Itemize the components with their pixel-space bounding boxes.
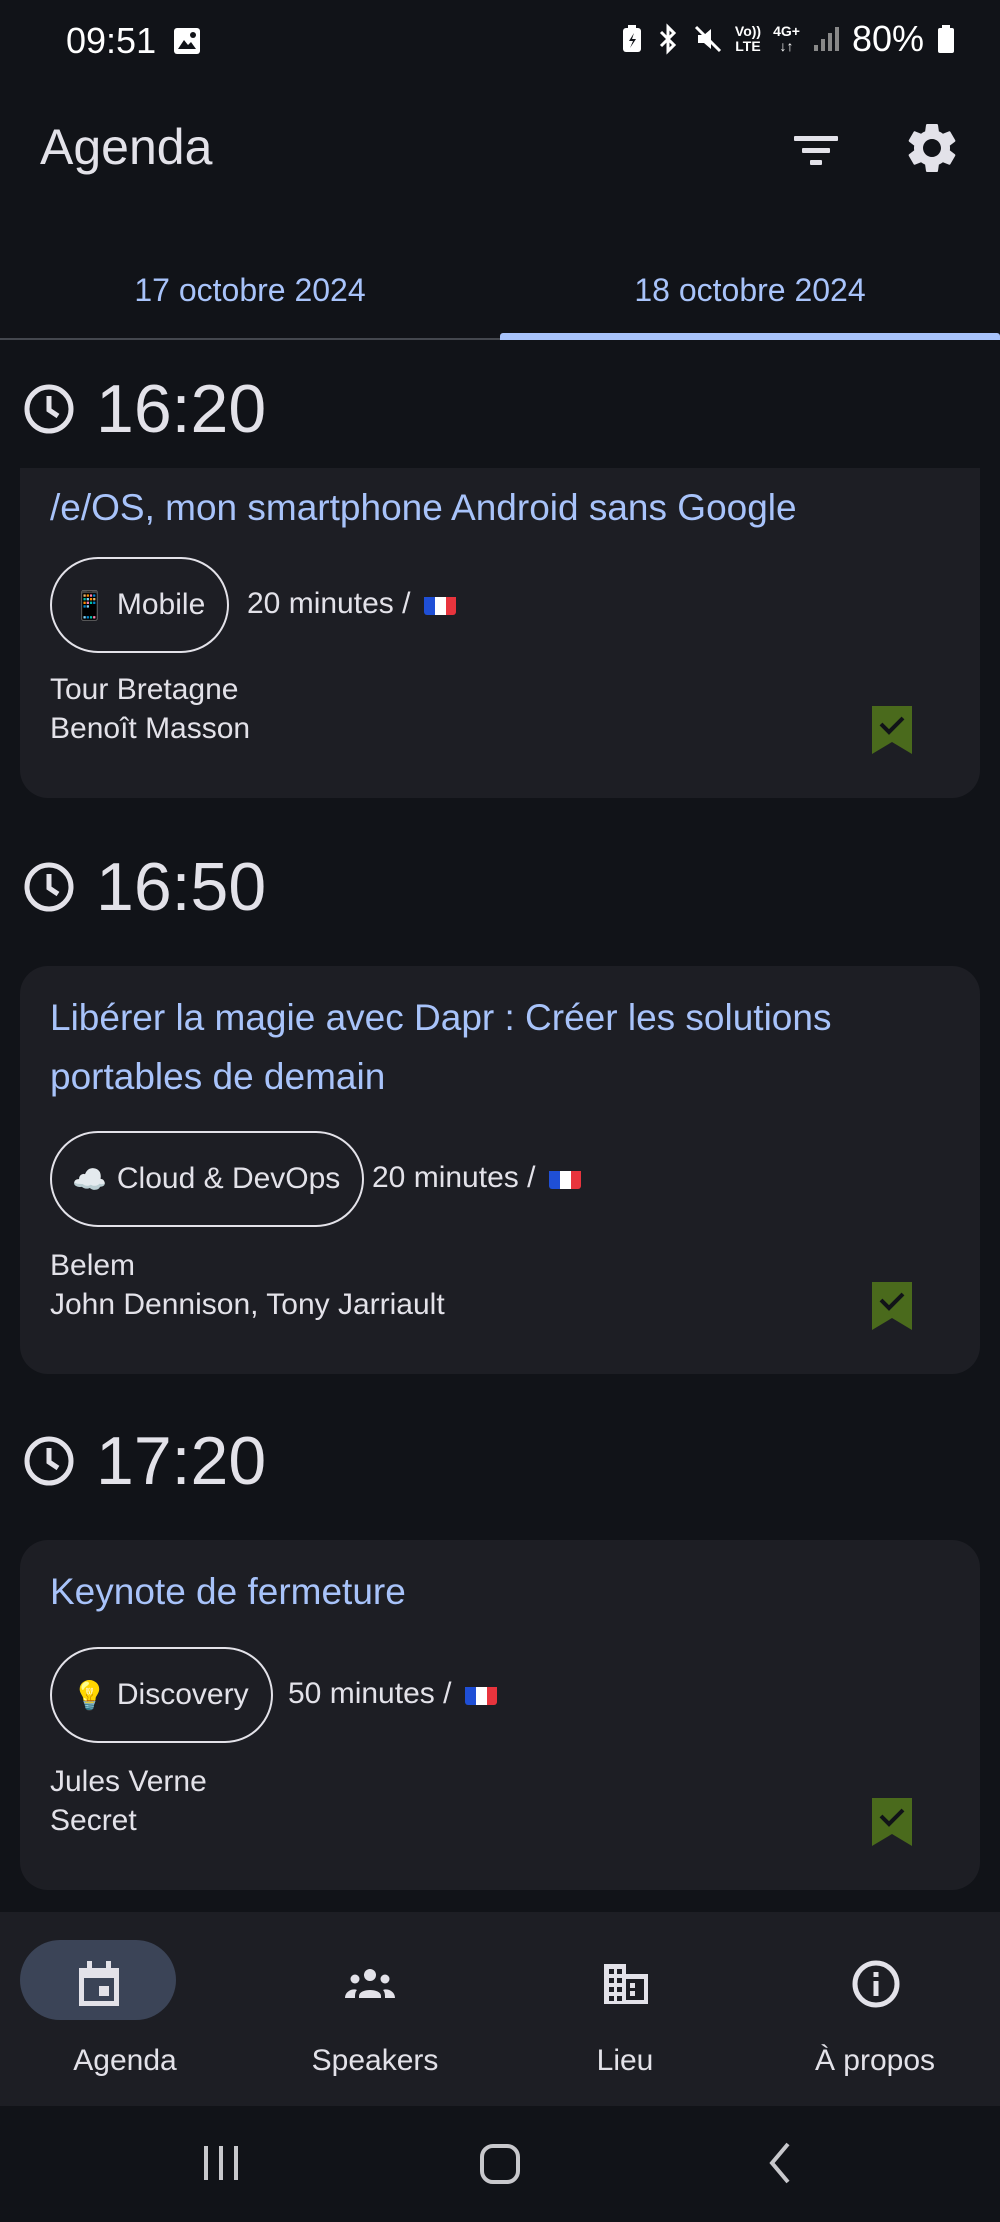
nav-label: Lieu <box>596 2044 654 2077</box>
category-chip[interactable]: 📱 Mobile <box>50 557 230 653</box>
talk-room: Jules Verne <box>50 1765 207 1798</box>
bookmark-added-icon[interactable] <box>872 1798 912 1846</box>
battery-icon <box>938 25 954 53</box>
status-time: 09:51 <box>66 20 157 61</box>
talk-duration: 20 minutes / <box>372 1161 582 1195</box>
talk-title: Keynote de fermeture <box>50 1571 406 1612</box>
category-label: Mobile <box>116 588 206 621</box>
date-tabs: 17 octobre 2024 18 octobre 2024 <box>0 240 1000 340</box>
bottom-navigation: Agenda Speakers Lieu À propos <box>0 1912 1000 2106</box>
recent-apps-icon[interactable] <box>200 2136 242 2190</box>
category-chip[interactable]: ☁️ Cloud & DevOps <box>50 1131 365 1227</box>
nav-label: Agenda <box>73 2044 177 2077</box>
nav-label: Speakers <box>311 2044 439 2077</box>
filter-icon[interactable] <box>788 122 844 178</box>
home-icon[interactable] <box>478 2136 522 2190</box>
volte-indicator: Vo)) LTE <box>734 23 762 54</box>
time-slot-label: 16:20 <box>96 371 267 447</box>
category-icon: ☁️ <box>72 1163 107 1195</box>
talk-title: Libérer la magie avec Dapr : Créer les s… <box>50 997 832 1097</box>
nav-item-lieu[interactable]: Lieu <box>500 1912 750 2106</box>
page-title: Agenda <box>40 119 213 175</box>
bluetooth-icon <box>659 23 677 55</box>
category-icon: 📱 <box>72 589 107 621</box>
category-icon: 💡 <box>72 1679 107 1711</box>
talk-speakers: Benoît Masson <box>50 712 251 745</box>
system-navigation-bar <box>0 2106 1000 2222</box>
tab-18-octobre[interactable]: 18 octobre 2024 <box>500 240 1000 340</box>
time-slot-header: 16:20 <box>22 370 266 448</box>
group-icon <box>345 1969 395 1998</box>
clock-icon <box>24 384 74 434</box>
nav-item-a-propos[interactable]: À propos <box>750 1912 1000 2106</box>
talk-title: /e/OS, mon smartphone Android sans Googl… <box>50 487 797 528</box>
bookmark-added-icon[interactable] <box>872 706 912 754</box>
talk-speakers: Secret <box>50 1804 137 1837</box>
french-flag-icon <box>424 593 457 615</box>
time-slot-label: 17:20 <box>96 1423 267 1499</box>
french-flag-icon <box>465 1683 498 1705</box>
talk-card[interactable]: /e/OS, mon smartphone Android sans Googl… <box>20 468 980 798</box>
time-slot-label: 16:50 <box>96 849 267 925</box>
french-flag-icon <box>549 1167 582 1189</box>
battery-percent: 80% <box>851 18 924 59</box>
time-slot-header: 16:50 <box>22 848 266 926</box>
battery-saver-icon <box>622 25 641 52</box>
back-icon[interactable] <box>766 2136 796 2190</box>
status-bar: 09:51 Vo)) LTE 4G+ ↓↑ 80% <box>0 0 1000 84</box>
nav-label: À propos <box>814 2044 936 2077</box>
network-type: 4G+ ↓↑ <box>773 23 800 54</box>
tab-indicator <box>500 333 1000 340</box>
status-icons: Vo)) LTE 4G+ ↓↑ 80% <box>621 18 956 60</box>
talk-speakers: John Dennison, Tony Jarriault <box>50 1288 445 1321</box>
talk-room: Tour Bretagne <box>50 673 239 706</box>
building-icon <box>604 1964 648 2004</box>
tab-17-octobre[interactable]: 17 octobre 2024 <box>0 240 500 340</box>
gear-icon[interactable] <box>902 118 962 178</box>
time-slot-header: 17:20 <box>22 1422 266 1500</box>
calendar-icon <box>79 1961 119 2006</box>
category-label: Cloud & DevOps <box>116 1162 341 1195</box>
clock-icon <box>24 1436 74 1486</box>
nav-item-agenda[interactable]: Agenda <box>0 1912 250 2106</box>
category-label: Discovery <box>116 1678 249 1711</box>
bookmark-added-icon[interactable] <box>872 1282 912 1330</box>
category-chip[interactable]: 💡 Discovery <box>50 1647 273 1743</box>
image-notification-icon <box>174 28 200 54</box>
talk-duration: 50 minutes / <box>288 1677 498 1711</box>
nav-item-speakers[interactable]: Speakers <box>250 1912 500 2106</box>
talk-card[interactable]: Keynote de fermeture 💡 Discovery 50 minu… <box>20 1540 980 1890</box>
signal-icon <box>813 27 839 51</box>
talk-duration: 20 minutes / <box>247 587 457 621</box>
talk-card[interactable]: Libérer la magie avec Dapr : Créer les s… <box>20 966 980 1374</box>
clock-icon <box>24 862 74 912</box>
info-icon <box>852 1960 900 2008</box>
mute-icon <box>694 25 721 53</box>
talk-room: Belem <box>50 1249 136 1282</box>
